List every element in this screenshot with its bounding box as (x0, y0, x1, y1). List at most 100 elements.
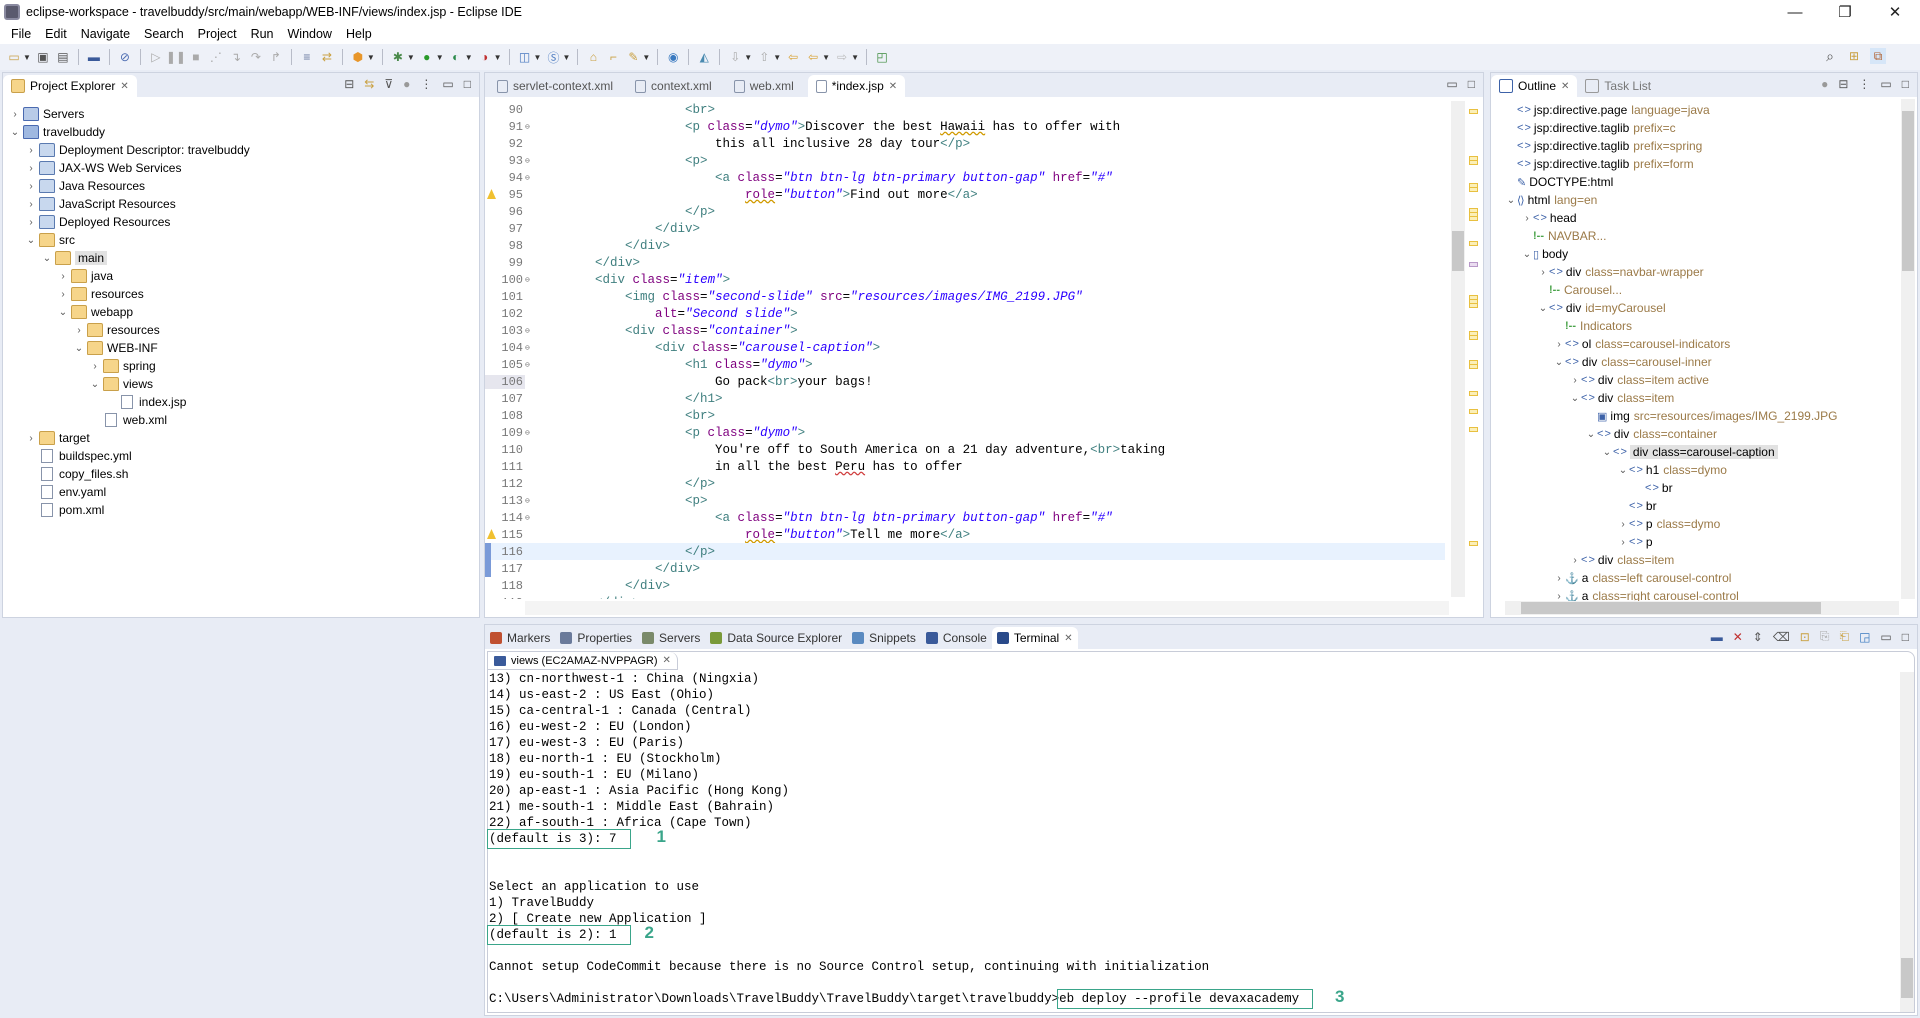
outline-item[interactable]: < > br (1633, 479, 1677, 497)
fold-collapse-icon[interactable]: ⊖ (525, 156, 535, 166)
editor-tab[interactable]: *index.jsp ✕ (807, 75, 906, 97)
tree-item[interactable]: ⌄ WEB-INF (73, 339, 158, 357)
outline-item[interactable]: !-- Indicators (1553, 317, 1632, 335)
minimize-view-icon[interactable]: ▭ (1880, 630, 1891, 644)
close-icon[interactable]: ✕ (1064, 633, 1072, 644)
tab-console[interactable]: Console (921, 627, 992, 649)
ruler-annotation-mark[interactable] (1469, 409, 1478, 414)
collapse-all-icon[interactable]: ⊟ (1838, 77, 1848, 91)
globe-icon[interactable]: ◉ (665, 49, 681, 65)
tree-item[interactable]: web.xml (89, 411, 167, 429)
outline-item[interactable]: !-- NAVBAR... (1521, 227, 1606, 245)
editor-tab[interactable]: context.xml (627, 75, 720, 97)
fold-collapse-icon[interactable]: ⊖ (525, 496, 535, 506)
save-icon[interactable]: ▣ (35, 49, 51, 65)
chevron-right-icon[interactable]: › (73, 325, 85, 336)
forward-icon[interactable]: ⇨ (834, 49, 850, 65)
chevron-down-icon[interactable]: ⌄ (73, 343, 85, 354)
outline-item[interactable]: › < > div class=navbar-wrapper (1537, 263, 1703, 281)
tree-item[interactable]: ⌄ travelbuddy (9, 123, 105, 141)
tree-item[interactable]: › java (57, 267, 113, 285)
code-line[interactable]: 101 <img class="second-slide" src="resou… (485, 288, 1445, 305)
tree-item[interactable]: › Servers (9, 105, 84, 123)
fold-collapse-icon[interactable]: ⊖ (525, 513, 535, 523)
lock-icon[interactable]: ⊡ (1800, 630, 1810, 644)
code-line[interactable]: 90 <br> (485, 101, 1445, 118)
ruler-annotation-mark[interactable] (1469, 427, 1478, 432)
chevron-down-icon[interactable]: ⌄ (89, 379, 101, 390)
code-line[interactable]: 92 this all inclusive 28 day tour</p> (485, 135, 1445, 152)
working-sets-icon[interactable]: ● (403, 77, 410, 91)
menu-window[interactable]: Window (281, 27, 339, 41)
menu-project[interactable]: Project (191, 27, 244, 41)
back-icon[interactable]: ⇦ (805, 49, 821, 65)
resume-icon[interactable]: ▷ (148, 49, 164, 65)
new-web-project-icon[interactable]: ◫ (517, 49, 533, 65)
package-icon[interactable]: ⬢ (350, 49, 366, 65)
tree-item[interactable]: › target (25, 429, 90, 447)
code-line[interactable]: 115 role="button">Tell me more</a> (485, 526, 1445, 543)
save-all-icon[interactable]: ▤ (55, 49, 71, 65)
fold-collapse-icon[interactable]: ⊖ (525, 360, 535, 370)
chevron-right-icon[interactable]: › (25, 163, 37, 174)
new-dropdown-icon[interactable]: ▼ (23, 53, 31, 62)
tree-item[interactable]: › JavaScript Resources (25, 195, 176, 213)
code-line[interactable]: 109 ⊖ <p class="dymo"> (485, 424, 1445, 441)
code-line[interactable]: 116 </p> (485, 543, 1445, 560)
suspend-icon[interactable]: ❚❚ (166, 49, 186, 65)
tab-servers[interactable]: Servers (637, 627, 705, 649)
run-server-dropdown-icon[interactable]: ▼ (465, 53, 473, 62)
close-button[interactable]: ✕ (1872, 0, 1918, 24)
chevron-right-icon[interactable]: › (1537, 267, 1549, 278)
code-line[interactable]: 117 </div> (485, 560, 1445, 577)
chevron-right-icon[interactable]: › (1617, 537, 1629, 548)
menu-edit[interactable]: Edit (38, 27, 74, 41)
code-line[interactable]: 112 </p> (485, 475, 1445, 492)
outline-item[interactable]: ⌄ < > div class=container (1585, 425, 1717, 443)
tab-project-explorer[interactable]: Project Explorer ✕ (3, 75, 137, 97)
tab-properties[interactable]: Properties (555, 627, 637, 649)
link-with-editor-icon[interactable]: ⇆ (364, 77, 374, 91)
tree-item[interactable]: › resources (73, 321, 160, 339)
overview-ruler[interactable] (1467, 101, 1481, 597)
forward-dropdown-icon[interactable]: ▼ (851, 53, 859, 62)
ruler-annotation-mark[interactable] (1469, 109, 1478, 114)
tab-snippets[interactable]: Snippets (847, 627, 921, 649)
outline-item[interactable]: ⌄ < > h1 class=dymo (1617, 461, 1727, 479)
code-line[interactable]: 97 </div> (485, 220, 1445, 237)
external-tools-icon[interactable]: ⇄ (319, 49, 335, 65)
chevron-right-icon[interactable]: › (1553, 573, 1565, 584)
menu-navigate[interactable]: Navigate (74, 27, 137, 41)
tree-item[interactable]: pom.xml (25, 501, 104, 519)
ruler-annotation-mark[interactable] (1469, 160, 1478, 165)
ruler-annotation-mark[interactable] (1469, 391, 1478, 396)
minimize-view-icon[interactable]: ▭ (1880, 77, 1891, 91)
chevron-right-icon[interactable]: › (57, 289, 69, 300)
tree-item[interactable]: › JAX-WS Web Services (25, 159, 181, 177)
terminal-open-icon[interactable]: ▬ (86, 49, 102, 65)
tab-outline[interactable]: Outline ✕ (1491, 75, 1578, 97)
outline-item[interactable]: › < > p class=dymo (1617, 515, 1720, 533)
tree-item[interactable]: › Deployed Resources (25, 213, 170, 231)
tree-item[interactable]: › spring (89, 357, 156, 375)
outline-item[interactable]: < > jsp:directive.taglib prefix=c (1505, 119, 1676, 137)
fold-collapse-icon[interactable]: ⊖ (525, 173, 535, 183)
next-annotation-dropdown-icon[interactable]: ▼ (744, 53, 752, 62)
tree-item[interactable]: › Java Resources (25, 177, 145, 195)
menu-file[interactable]: File (4, 27, 38, 41)
outline-item[interactable]: ⌄ < > div id=myCarousel (1537, 299, 1666, 317)
new-service-icon[interactable]: Ⓢ (545, 49, 561, 65)
step-into-icon[interactable]: ↴ (228, 49, 244, 65)
use-step-filters-icon[interactable]: ≡ (299, 49, 315, 65)
editor-vertical-scrollbar[interactable] (1451, 101, 1465, 597)
chevron-right-icon[interactable]: › (1569, 375, 1581, 386)
view-menu-icon[interactable]: ⋮ (1858, 77, 1870, 91)
chevron-down-icon[interactable]: ⌄ (1553, 357, 1565, 368)
restore-button[interactable]: ❐ (1822, 0, 1868, 24)
fold-collapse-icon[interactable]: ⊖ (525, 122, 535, 132)
tab-terminal[interactable]: Terminal ✕ (991, 627, 1078, 649)
chevron-right-icon[interactable]: › (25, 181, 37, 192)
minimize-editor-icon[interactable]: ▭ (1446, 77, 1457, 91)
maximize-view-icon[interactable]: □ (1902, 77, 1909, 91)
terminal-session-tab[interactable]: views (EC2AMAZ-NVPPAGR) ✕ (488, 652, 678, 670)
